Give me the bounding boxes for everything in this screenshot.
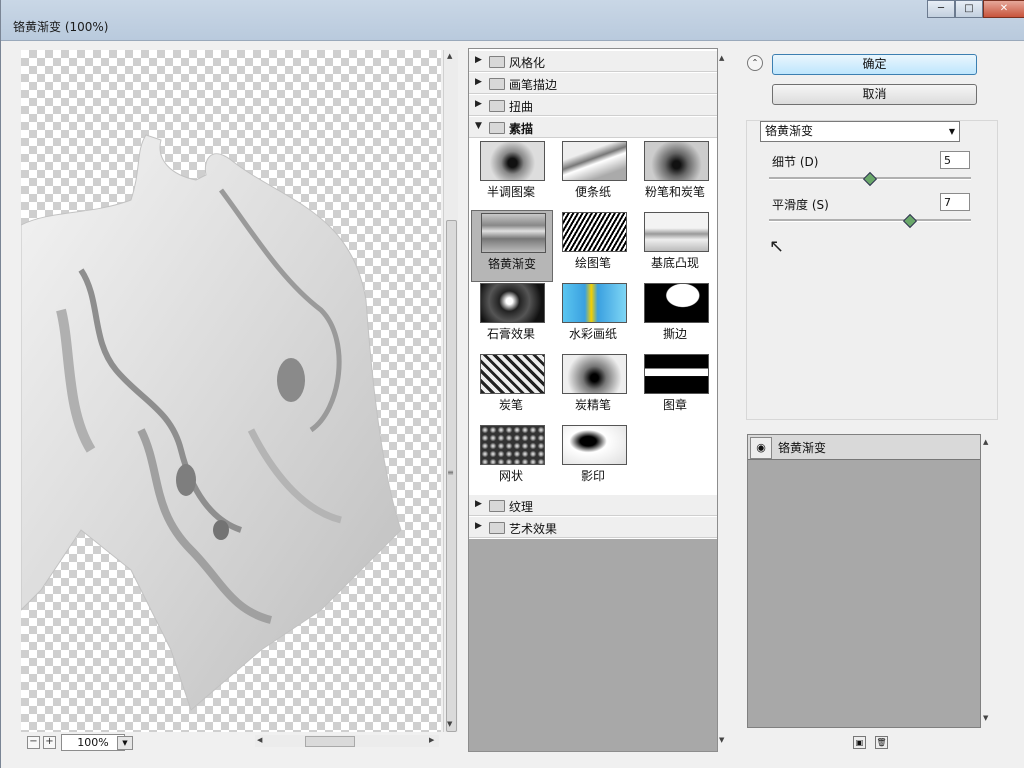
zoom-out-button[interactable]: − <box>27 736 40 749</box>
expand-triangle-icon[interactable]: ▶ <box>475 499 482 509</box>
filter-thumb-chalk-charcoal[interactable]: 粉笔和炭笔 <box>635 139 715 209</box>
photocopy-thumb-icon <box>562 425 627 465</box>
detail-label: 细节 (D) <box>772 155 819 169</box>
filter-thumb-bas-relief[interactable]: 基底凸现 <box>635 210 715 280</box>
graphic-pen-thumb-icon <box>562 212 627 252</box>
filter-thumb-graphic-pen[interactable]: 绘图笔 <box>553 210 633 280</box>
expand-triangle-icon[interactable]: ▶ <box>475 55 482 65</box>
close-button[interactable]: ✕ <box>983 0 1024 18</box>
open-folder-icon <box>489 122 505 134</box>
charcoal-thumb-icon <box>480 354 545 394</box>
bas-relief-thumb-icon <box>644 212 709 252</box>
filter-thumb-plaster[interactable]: 石膏效果 <box>471 281 551 351</box>
smoothness-label: 平滑度 (S) <box>772 198 829 212</box>
scroll-down-arrow-icon[interactable]: ▼ <box>719 736 724 744</box>
stamp-thumb-icon <box>644 354 709 394</box>
collapse-panel-icon[interactable]: ⌃ <box>747 55 763 71</box>
folder-icon <box>489 500 505 512</box>
filter-gallery-window: 铬黄渐变 (100%) ─ □ ✕ ▲ ≡ ▼ − + 100% ▼ ◀ ▶ ▶… <box>0 0 1024 768</box>
filter-thumb-charcoal[interactable]: 炭笔 <box>471 352 551 422</box>
filter-thumb-stamp[interactable]: 图章 <box>635 352 715 422</box>
maximize-button[interactable]: □ <box>955 0 983 18</box>
category-texture[interactable]: ▶ 纹理 <box>469 495 717 516</box>
filter-thumb-note-paper[interactable]: 便条纸 <box>553 139 633 209</box>
dropdown-arrow-icon: ▼ <box>948 127 955 136</box>
preview-vertical-scrollbar[interactable]: ▲ ≡ ▼ <box>443 50 458 732</box>
category-brush-strokes[interactable]: ▶ 画笔描边 <box>469 73 717 94</box>
preview-canvas[interactable] <box>21 50 441 732</box>
collapse-triangle-icon[interactable]: ▼ <box>475 121 482 131</box>
eye-visibility-icon[interactable]: ◉ <box>750 437 772 459</box>
halftone-thumb-icon <box>480 141 545 181</box>
filter-thumb-chrome[interactable]: 铬黄渐变 <box>471 210 553 282</box>
folder-icon <box>489 56 505 68</box>
smoothness-input[interactable]: 7 <box>940 193 970 211</box>
scroll-right-arrow-icon[interactable]: ▶ <box>429 736 434 744</box>
scroll-up-arrow-icon[interactable]: ▲ <box>447 52 452 60</box>
filter-select-dropdown[interactable]: 铬黄渐变 ▼ <box>760 121 960 142</box>
mouse-cursor-icon: ↖ <box>769 236 785 257</box>
chrome-thumb-icon <box>481 213 546 253</box>
category-distort[interactable]: ▶ 扭曲 <box>469 95 717 116</box>
chalk-charcoal-thumb-icon <box>644 141 709 181</box>
ok-button[interactable]: 确定 <box>772 54 977 75</box>
chrome-effect-preview-image <box>21 134 402 711</box>
preview-horizontal-scroll-thumb[interactable] <box>305 736 355 747</box>
folder-icon <box>489 78 505 90</box>
detail-input[interactable]: 5 <box>940 151 970 169</box>
filter-thumb-reticulation[interactable]: 网状 <box>471 423 551 493</box>
preview-horizontal-scrollbar[interactable]: ◀ ▶ <box>255 735 439 747</box>
zoom-level-field[interactable]: 100% <box>61 734 125 751</box>
category-artistic[interactable]: ▶ 艺术效果 <box>469 517 717 538</box>
plaster-thumb-icon <box>480 283 545 323</box>
torn-edges-thumb-icon <box>644 283 709 323</box>
smoothness-slider-track[interactable] <box>769 219 971 222</box>
effect-layers-scrollbar[interactable]: ▲ ▼ <box>981 434 993 726</box>
expand-triangle-icon[interactable]: ▶ <box>475 77 482 87</box>
zoom-dropdown-arrow-icon[interactable]: ▼ <box>117 736 133 750</box>
expand-triangle-icon[interactable]: ▶ <box>475 99 482 109</box>
scroll-down-arrow-icon[interactable]: ▼ <box>447 720 452 728</box>
reticulation-thumb-icon <box>480 425 545 465</box>
expand-triangle-icon[interactable]: ▶ <box>475 521 482 531</box>
title-bar: 铬黄渐变 (100%) ─ □ ✕ <box>1 0 1024 41</box>
notepaper-thumb-icon <box>562 141 627 181</box>
window-title: 铬黄渐变 (100%) <box>13 20 109 34</box>
effect-layer-row[interactable]: ◉ 铬黄渐变 <box>748 435 980 460</box>
folder-icon <box>489 100 505 112</box>
folder-icon <box>489 522 505 534</box>
filter-tree-scrollbar[interactable]: ▲ ▼ <box>718 48 728 750</box>
filter-thumb-halftone[interactable]: 半调图案 <box>471 139 551 209</box>
category-stylize[interactable]: ▶ 风格化 <box>469 51 717 72</box>
conte-crayon-thumb-icon <box>562 354 627 394</box>
water-paper-thumb-icon <box>562 283 627 323</box>
delete-effect-layer-icon[interactable]: 🗑 <box>875 736 888 749</box>
minimize-button[interactable]: ─ <box>927 0 955 18</box>
scroll-up-arrow-icon[interactable]: ▲ <box>719 54 724 62</box>
effect-layers-panel: ◉ 铬黄渐变 <box>747 434 981 728</box>
category-sketch[interactable]: ▼ 素描 <box>469 117 717 138</box>
filter-tree-panel: ▶ 风格化 ▶ 画笔描边 ▶ 扭曲 ▼ 素描 半调图案 便条纸 粉笔和炭笔 铬黄… <box>468 48 718 752</box>
filter-thumb-conte-crayon[interactable]: 炭精笔 <box>553 352 633 422</box>
filter-thumb-photocopy[interactable]: 影印 <box>553 423 633 493</box>
cancel-button[interactable]: 取消 <box>772 84 977 105</box>
scroll-up-arrow-icon[interactable]: ▲ <box>983 438 988 446</box>
filter-thumb-torn-edges[interactable]: 撕边 <box>635 281 715 351</box>
new-effect-layer-icon[interactable]: ▣ <box>853 736 866 749</box>
scroll-left-arrow-icon[interactable]: ◀ <box>257 736 262 744</box>
zoom-in-button[interactable]: + <box>43 736 56 749</box>
scroll-down-arrow-icon[interactable]: ▼ <box>983 714 988 722</box>
filter-thumb-water-paper[interactable]: 水彩画纸 <box>553 281 633 351</box>
